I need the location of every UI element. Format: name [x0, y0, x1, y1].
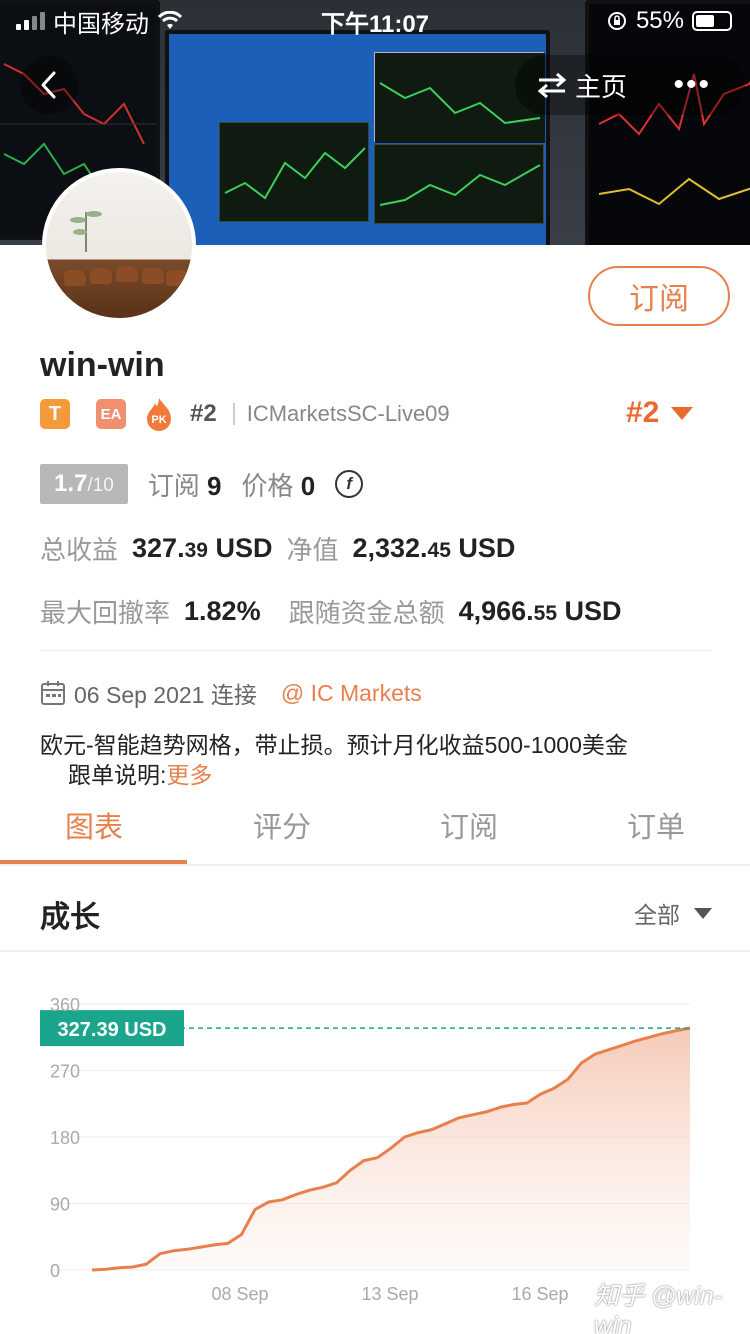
profit-row: 总收益 327.39 USD 净值 2,332.45 USD: [40, 532, 516, 565]
broker-link[interactable]: @ IC Markets: [281, 680, 422, 707]
y-tick-label: 0: [50, 1261, 60, 1281]
back-button[interactable]: [20, 56, 78, 114]
status-bar: 中国移动 下午11:07 55%: [0, 0, 750, 42]
follow-notes-label: 跟单说明:: [68, 762, 167, 788]
subscribe-button[interactable]: 订阅: [588, 266, 730, 326]
chevron-left-icon: [41, 71, 56, 99]
tab-bar: 图表 评分 订阅 订单: [0, 790, 750, 866]
trader-name: win-win: [40, 346, 165, 384]
calendar-icon: [41, 681, 65, 705]
more-menu-button[interactable]: •••: [673, 68, 711, 102]
clock: 下午11:07: [320, 10, 430, 38]
avatar: [42, 168, 196, 322]
rank-dropdown[interactable]: #2: [626, 396, 694, 430]
banner-pane-1: [219, 122, 369, 222]
price-info: 价格 0: [241, 470, 316, 501]
y-tick-label: 360: [50, 995, 80, 1015]
tag-pk-text: PK: [151, 414, 166, 426]
section-divider: [40, 650, 712, 651]
caret-down-icon: [671, 406, 694, 420]
watermark: 知乎 @win-win: [594, 1282, 723, 1334]
tab-rating[interactable]: 评分: [253, 804, 311, 846]
growth-title: 成长: [40, 901, 100, 934]
more-link[interactable]: 更多: [166, 762, 212, 788]
tab-subscribe[interactable]: 订阅: [440, 804, 498, 846]
description-line: 欧元-智能趋势网格，带止损。预计月化收益500-1000美金: [40, 732, 628, 758]
banner-pane-3: [374, 144, 544, 224]
current-value-label: 327.39 USD: [58, 1019, 167, 1041]
score-row: 1.7/10 订阅 9 价格 0 f: [40, 464, 364, 504]
tab-orders[interactable]: 订单: [627, 804, 685, 846]
caret-down-icon: [694, 907, 712, 919]
home-button[interactable]: 主页: [575, 67, 627, 104]
follow-funds-value: 4,966.55 USD: [458, 595, 622, 626]
x-tick-label: 08 Sep: [211, 1284, 268, 1304]
tag-ea-badge: EA: [96, 399, 126, 429]
rotation-lock-icon: [607, 12, 626, 30]
pk-flame-icon: PK: [144, 397, 174, 431]
wifi-icon: [157, 11, 183, 29]
account-name: ICMarketsSC-Live09: [246, 401, 450, 426]
banner-monitor-center: [165, 30, 550, 245]
rank-dropdown-label: #2: [626, 396, 660, 429]
max-drawdown-value: 1.82%: [184, 595, 261, 626]
connect-row: 06 Sep 2021 连接 @ IC Markets: [40, 676, 422, 710]
swap-icon: [537, 72, 567, 98]
signal-icon: [16, 12, 45, 30]
drawdown-row: 最大回撤率 1.82% 跟随资金总额 4,966.55 USD: [40, 595, 622, 628]
tag-t-badge: T: [40, 399, 70, 429]
equity-value: 2,332.45 USD: [352, 532, 516, 563]
connect-date: 06 Sep 2021 连接: [74, 682, 257, 708]
battery-icon: [692, 11, 732, 31]
growth-header: 成长 全部: [0, 866, 750, 952]
x-tick-label: 13 Sep: [361, 1284, 418, 1304]
carrier-label: 中国移动: [53, 10, 149, 38]
y-tick-label: 180: [50, 1128, 80, 1148]
y-tick-label: 270: [50, 1062, 80, 1082]
y-tick-label: 90: [50, 1195, 70, 1215]
x-tick-label: 16 Sep: [511, 1284, 568, 1304]
range-dropdown[interactable]: 全部: [634, 896, 712, 930]
battery-percent: 55%: [635, 7, 684, 34]
score-badge: 1.7/10: [40, 464, 128, 504]
total-profit-value: 327.39 USD: [132, 532, 273, 563]
range-label: 全部: [634, 902, 680, 928]
tag-divider: [232, 403, 235, 425]
rank-label: #2: [190, 400, 217, 427]
trader-tags: T EA PK #2 ICMarketsSC-Live09: [40, 397, 450, 431]
subscribe-count: 订阅 9: [147, 470, 222, 501]
coin-icon: f: [335, 470, 364, 498]
plant-decoration: [70, 211, 102, 252]
tab-active-indicator: [0, 860, 187, 864]
strategy-description: 欧元-智能趋势网格，带止损。预计月化收益500-1000美金 跟单说明:更多: [40, 730, 730, 790]
tab-chart[interactable]: 图表: [65, 804, 123, 846]
home-switch-pill: 主页 •••: [515, 55, 745, 115]
